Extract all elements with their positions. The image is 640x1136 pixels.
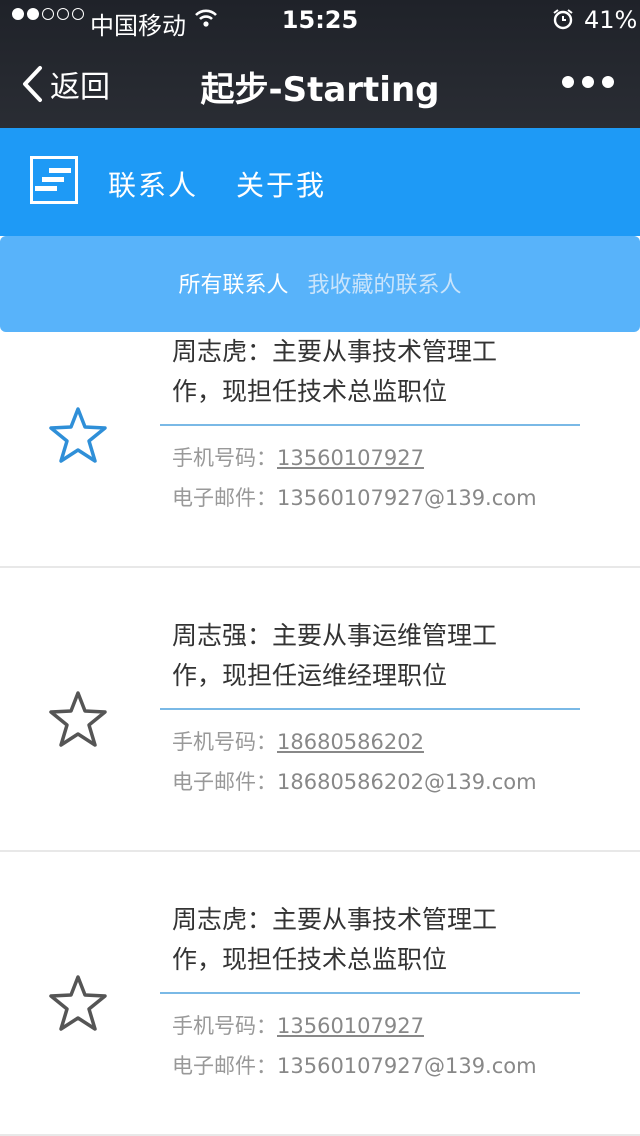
alarm-clock-icon bbox=[553, 9, 573, 30]
contact-card: 周志虎：主要从事技术管理工 作，现担任技术总监职位 手机号码：135601079… bbox=[0, 852, 640, 1136]
phone-row: 手机号码：13560107927 bbox=[172, 442, 424, 472]
contact-card: 周志强：主要从事运维管理工 作，现担任运维经理职位 手机号码：186805862… bbox=[0, 568, 640, 852]
contact-description: 周志虎：主要从事技术管理工 作，现担任技术总监职位 bbox=[172, 337, 498, 406]
top-bar: 中国移动 15:25 41% 返回 起步-Starting bbox=[0, 0, 640, 128]
more-menu-button[interactable] bbox=[562, 64, 614, 100]
battery-level: 41% bbox=[584, 6, 638, 34]
phone-row: 手机号码：18680586202 bbox=[172, 726, 424, 756]
phone-link[interactable]: 18680586202 bbox=[277, 730, 424, 754]
contact-description: 周志强：主要从事运维管理工 作，现担任运维经理职位 bbox=[172, 621, 498, 690]
status-bar: 中国移动 15:25 41% bbox=[0, 0, 640, 40]
phone-row: 手机号码：13560107927 bbox=[172, 1010, 424, 1040]
favorite-star-icon[interactable] bbox=[48, 690, 108, 748]
email-label: 电子邮件： bbox=[172, 770, 277, 794]
filter-all-contacts[interactable]: 所有联系人 bbox=[178, 273, 288, 298]
phone-link[interactable]: 13560107927 bbox=[277, 1014, 424, 1038]
status-time: 15:25 bbox=[281, 6, 359, 34]
email-value: 18680586202@139.com bbox=[277, 770, 537, 794]
nav-bar: 返回 起步-Starting bbox=[0, 48, 640, 120]
email-row: 电子邮件：13560107927@139.com bbox=[172, 1050, 537, 1080]
nav-link-contacts[interactable]: 联系人 bbox=[108, 164, 198, 204]
email-label: 电子邮件： bbox=[172, 486, 277, 510]
email-value: 13560107927@139.com bbox=[277, 486, 537, 510]
email-row: 电子邮件：18680586202@139.com bbox=[172, 766, 537, 796]
page-title: 起步-Starting bbox=[200, 70, 440, 110]
favorite-star-icon[interactable] bbox=[48, 406, 108, 464]
phone-label: 手机号码： bbox=[172, 1014, 277, 1038]
filter-favorite-contacts[interactable]: 我收藏的联系人 bbox=[308, 273, 462, 298]
phone-label: 手机号码： bbox=[172, 446, 277, 470]
more-dots-icon bbox=[562, 76, 574, 88]
app-logo-icon bbox=[30, 156, 78, 204]
nav-link-about-me[interactable]: 关于我 bbox=[236, 164, 326, 204]
email-row: 电子邮件：13560107927@139.com bbox=[172, 482, 537, 512]
contact-list: 周志虎：主要从事技术管理工 作，现担任技术总监职位 手机号码：135601079… bbox=[0, 332, 640, 1136]
contact-filter-bar: 所有联系人 我收藏的联系人 bbox=[0, 236, 640, 332]
divider bbox=[160, 708, 580, 710]
divider bbox=[160, 424, 580, 426]
phone-link[interactable]: 13560107927 bbox=[277, 446, 424, 470]
email-value: 13560107927@139.com bbox=[277, 1054, 537, 1078]
email-label: 电子邮件： bbox=[172, 1054, 277, 1078]
app-header: 联系人 关于我 bbox=[0, 128, 640, 236]
phone-label: 手机号码： bbox=[172, 730, 277, 754]
favorite-star-icon[interactable] bbox=[48, 974, 108, 1032]
contact-card: 周志虎：主要从事技术管理工 作，现担任技术总监职位 手机号码：135601079… bbox=[0, 332, 640, 568]
contact-description: 周志虎：主要从事技术管理工 作，现担任技术总监职位 bbox=[172, 905, 498, 974]
divider bbox=[160, 992, 580, 994]
